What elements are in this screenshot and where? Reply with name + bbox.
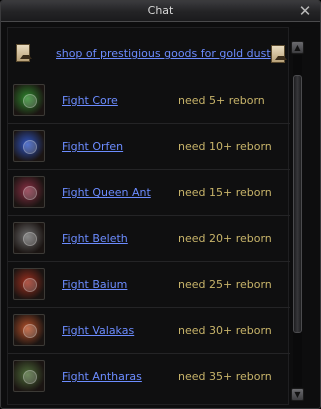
valakas-icon [13, 314, 45, 346]
boss-link[interactable]: Fight Orfen [62, 140, 123, 153]
antharas-icon [13, 360, 45, 392]
book-icon [271, 45, 287, 63]
dialog-content: shop of prestigious goods for gold dust … [7, 27, 290, 405]
boss-row: Fight Antharas need 35+ reborn [8, 354, 290, 400]
core-icon [13, 84, 45, 116]
boss-link[interactable]: Fight Antharas [62, 370, 142, 383]
scroll-down-icon[interactable]: ▼ [291, 388, 304, 401]
beleth-icon [13, 222, 45, 254]
reborn-requirement: need 5+ reborn [178, 94, 265, 107]
boss-row: Fight Orfen need 10+ reborn [8, 124, 290, 170]
boss-row: Fight Beleth need 20+ reborn [8, 216, 290, 262]
shop-header: shop of prestigious goods for gold dust [8, 28, 290, 78]
boss-link[interactable]: Fight Beleth [62, 232, 128, 245]
boss-link[interactable]: Fight Valakas [62, 324, 134, 337]
window-title: Chat [147, 4, 174, 17]
boss-row: Fight Queen Ant need 15+ reborn [8, 170, 290, 216]
boss-row: Fight Core need 5+ reborn [8, 78, 290, 124]
reborn-requirement: need 10+ reborn [178, 140, 272, 153]
boss-row: Fight Baium need 25+ reborn [8, 262, 290, 308]
shop-link[interactable]: shop of prestigious goods for gold dust [56, 47, 271, 60]
boss-link[interactable]: Fight Baium [62, 278, 127, 291]
baium-icon [13, 268, 45, 300]
scrollbar[interactable]: ▲ ▼ [291, 41, 304, 401]
reborn-requirement: need 15+ reborn [178, 186, 272, 199]
scroll-thumb[interactable] [293, 74, 302, 333]
title-bar[interactable]: Chat ✕ [1, 1, 320, 22]
orfen-icon [13, 130, 45, 162]
reborn-requirement: need 35+ reborn [178, 370, 272, 383]
scroll-up-icon[interactable]: ▲ [291, 41, 304, 54]
close-icon[interactable]: ✕ [297, 2, 313, 20]
reborn-requirement: need 25+ reborn [178, 278, 272, 291]
queen-ant-icon [13, 176, 45, 208]
book-icon [16, 44, 32, 62]
boss-link[interactable]: Fight Core [62, 94, 118, 107]
boss-row: Fight Valakas need 30+ reborn [8, 308, 290, 354]
boss-link[interactable]: Fight Queen Ant [62, 186, 151, 199]
reborn-requirement: need 30+ reborn [178, 324, 272, 337]
reborn-requirement: need 20+ reborn [178, 232, 272, 245]
chat-window: Chat ✕ shop of prestigious goods for gol… [0, 0, 321, 409]
